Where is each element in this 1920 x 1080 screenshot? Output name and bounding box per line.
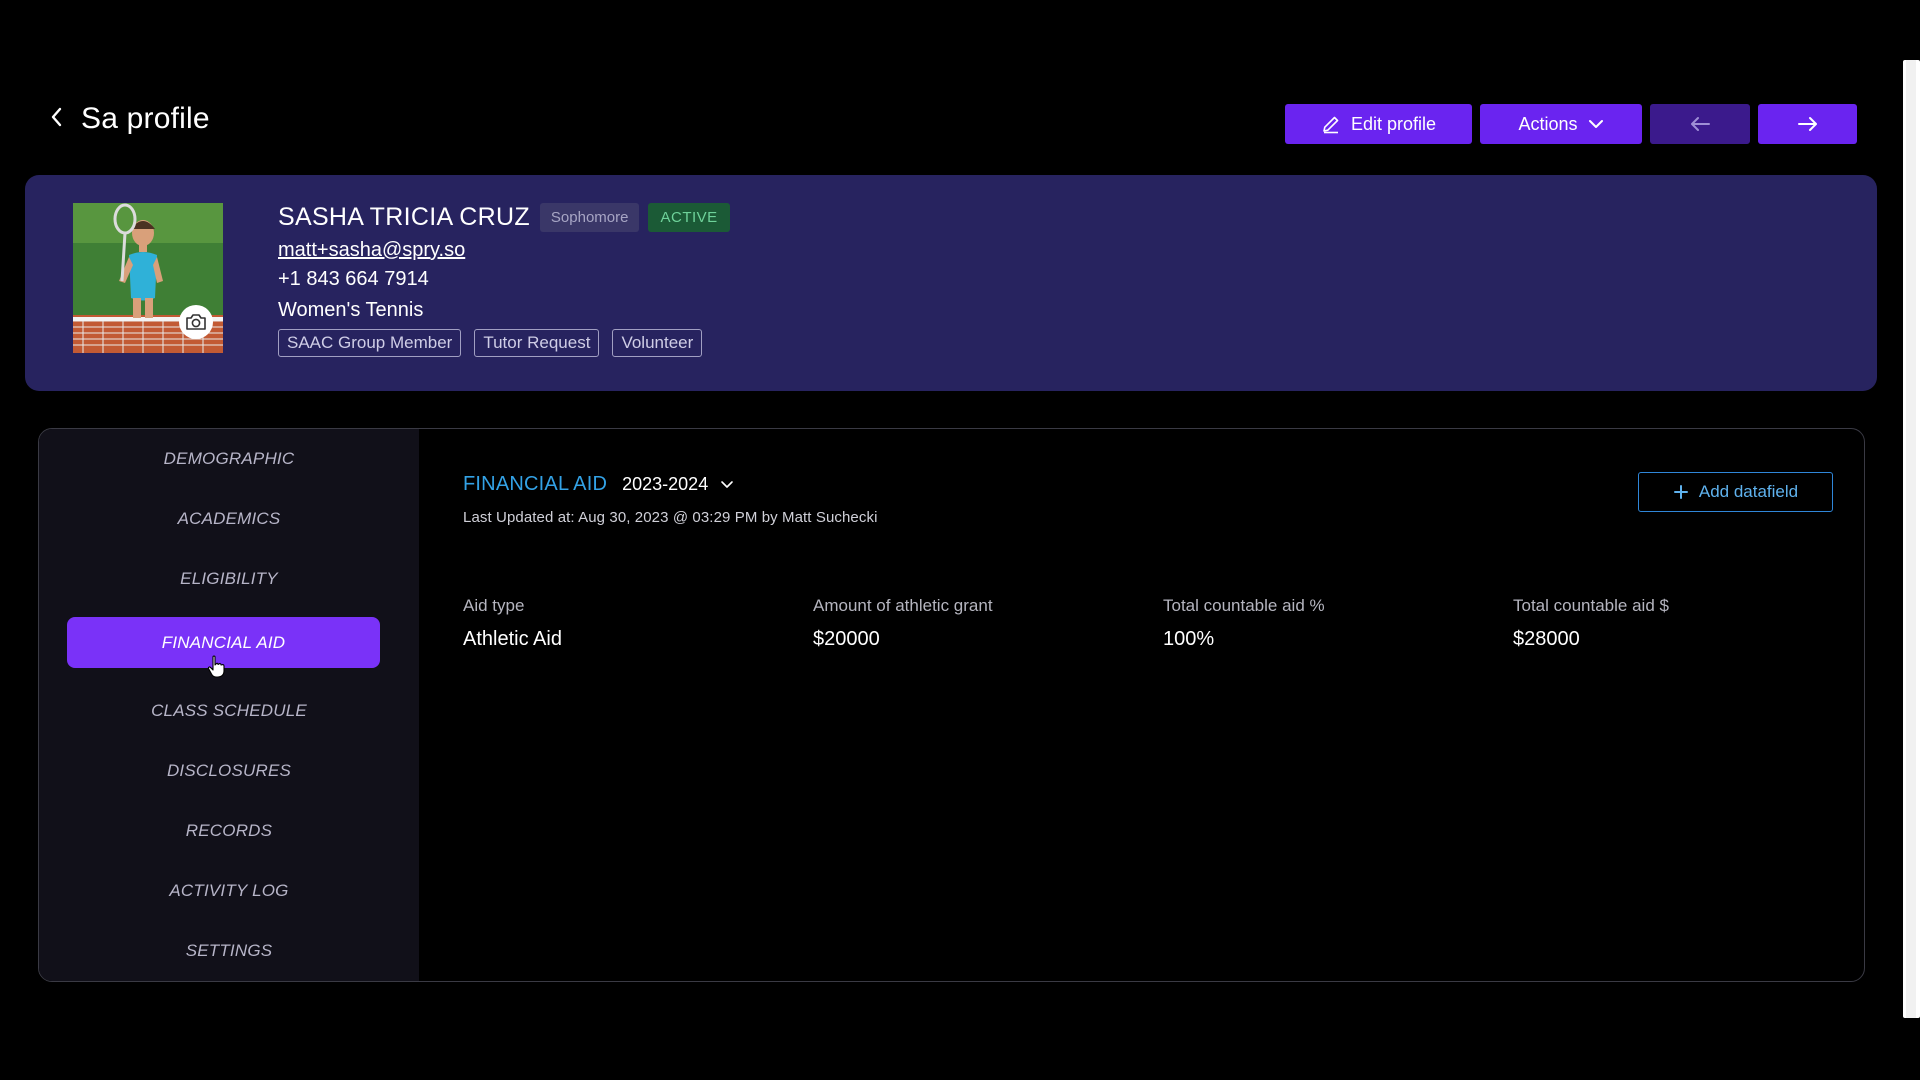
field-value: $28000 [1513,628,1580,650]
add-datafield-label: Add datafield [1698,482,1799,501]
section-title: FINANCIAL AID [463,472,608,495]
field-label: Aid type [463,596,525,615]
field-value: $20000 [813,628,880,650]
sidebar-item-eligibility[interactable]: ELIGIBILITY [39,559,419,599]
back-button[interactable] [44,100,68,134]
page-title: Sa profile [81,102,210,135]
financial-aid-fields: Aid type Athletic Aid Amount of athletic… [463,595,1863,675]
phone-number: +1 843 664 7914 [278,268,429,290]
arrow-right-icon [1797,117,1817,131]
section-sidebar: DEMOGRAPHIC ACADEMICS ELIGIBILITY FINANC… [39,429,419,981]
profile-card: SASHA TRICIA CRUZ Sophomore ACTIVE matt+… [25,175,1877,391]
sidebar-item-activity-log[interactable]: ACTIVITY LOG [39,871,419,911]
section-header: FINANCIAL AID 2023-2024 [463,469,1843,499]
actions-dropdown-button[interactable]: Actions [1480,104,1642,144]
class-year-badge: Sophomore [539,202,640,232]
page-scrollbar[interactable] [1903,60,1920,1018]
add-datafield-button[interactable]: Add datafield [1638,472,1833,512]
edit-profile-label: Edit profile [1350,113,1437,134]
field-aid-type: Aid type Athletic Aid [463,595,562,652]
profile-info: SASHA TRICIA CRUZ Sophomore ACTIVE matt+… [278,201,730,357]
tag-list: SAAC Group Member Tutor Request Voluntee… [278,329,730,357]
change-photo-button[interactable] [179,305,213,339]
email-link[interactable]: matt+sasha@spry.so [278,236,465,264]
actions-label: Actions [1518,113,1578,134]
field-athletic-grant: Amount of athletic grant $20000 [813,595,993,652]
sidebar-item-disclosures[interactable]: DISCLOSURES [39,751,419,791]
financial-aid-content: FINANCIAL AID 2023-2024 Last Updated at:… [463,469,1843,650]
field-countable-aid-dollars: Total countable aid $ $28000 [1513,595,1669,652]
sidebar-item-records[interactable]: RECORDS [39,811,419,851]
name-row: SASHA TRICIA CRUZ Sophomore ACTIVE [278,201,730,233]
sidebar-item-settings[interactable]: SETTINGS [39,931,419,971]
pencil-icon [1323,116,1339,134]
chevron-left-icon [51,107,62,127]
sidebar-item-demographic[interactable]: DEMOGRAPHIC [39,439,419,479]
field-label: Total countable aid % [1163,596,1325,615]
main-panel: DEMOGRAPHIC ACADEMICS ELIGIBILITY FINANC… [38,428,1865,982]
profile-photo [73,203,223,353]
athlete-name: SASHA TRICIA CRUZ [278,202,530,231]
tag-saac: SAAC Group Member [278,329,462,357]
edit-profile-button[interactable]: Edit profile [1285,104,1472,144]
last-updated-text: Last Updated at: Aug 30, 2023 @ 03:29 PM… [463,509,878,526]
year-select[interactable]: 2023-2024 [622,474,734,495]
sidebar-item-financial-aid[interactable]: FINANCIAL AID [67,617,380,668]
status-badge: ACTIVE [648,202,730,232]
field-label: Total countable aid $ [1513,596,1669,615]
year-select-value: 2023-2024 [622,473,709,494]
field-countable-aid-percent: Total countable aid % 100% [1163,595,1325,652]
page-scrollbar-thumb[interactable] [1906,60,1916,1018]
previous-profile-button[interactable] [1650,104,1750,144]
chevron-down-icon [721,480,734,488]
tag-volunteer: Volunteer [612,329,703,357]
camera-icon [186,314,206,330]
field-label: Amount of athletic grant [813,596,993,615]
sport-name: Women's Tennis [278,299,424,321]
arrow-left-icon [1691,117,1710,131]
sidebar-item-academics[interactable]: ACADEMICS [39,499,419,539]
field-value: 100% [1163,628,1215,650]
plus-icon [1673,485,1688,499]
field-value: Athletic Aid [463,628,562,650]
sidebar-item-class-schedule[interactable]: CLASS SCHEDULE [39,691,419,731]
chevron-down-icon [1588,120,1603,128]
tag-tutor-request: Tutor Request [474,329,600,357]
next-profile-button[interactable] [1758,104,1857,144]
page-header: Sa profile Edit profile Actions [0,0,1920,160]
